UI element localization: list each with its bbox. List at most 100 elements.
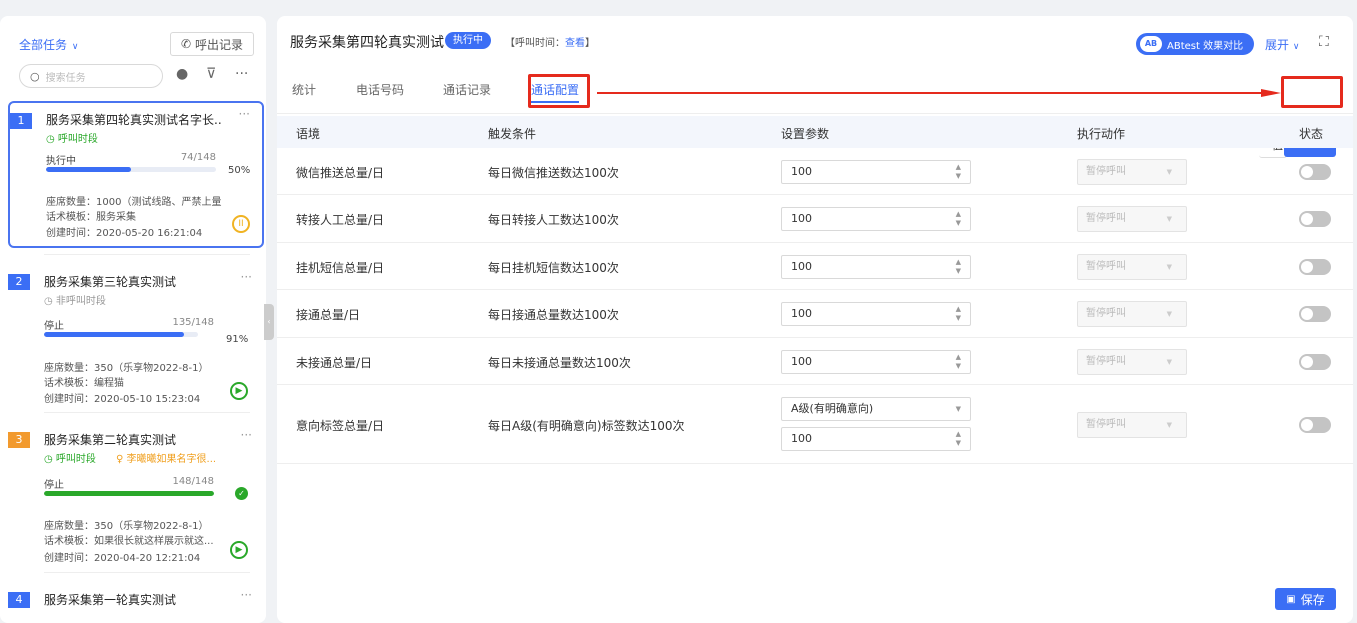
call-time: 【呼叫时间：查看】 (505, 34, 595, 49)
task-filter-dropdown[interactable]: 全部任务 ∨ (19, 36, 78, 53)
parameter-input[interactable]: 100 ▲ ▼ (781, 160, 971, 184)
status-toggle[interactable] (1299, 259, 1331, 275)
more-icon[interactable]: ··· (241, 270, 252, 284)
parameter-input[interactable]: 100 ▲ ▼ (781, 302, 971, 326)
task-count: 74/148 (180, 152, 216, 163)
stepper-icon[interactable]: ▲ ▼ (956, 353, 961, 371)
action-value: 暂停呼叫 (1086, 308, 1126, 319)
save-button[interactable]: ▣ 保存 (1275, 588, 1336, 610)
fullscreen-icon[interactable]: ⛶ (1319, 34, 1329, 50)
chevron-down-icon: ▼ (1166, 263, 1172, 271)
abtest-button[interactable]: AB ABtest 效果对比 (1136, 33, 1254, 55)
main-panel: 服务采集第四轮真实测试 执行中 【呼叫时间：查看】 AB ABtest 效果对比 … (277, 16, 1353, 623)
collapse-sidebar-handle[interactable]: ‹ (264, 304, 274, 340)
status-toggle[interactable] (1299, 164, 1331, 180)
parameter-value: 100 (791, 432, 812, 445)
clock-icon: ◷ (46, 134, 58, 145)
context-cell: 接通总量/日 (296, 308, 361, 322)
task-card[interactable]: 3 服务采集第二轮真实测试 ··· ◷ 呼叫时段 ♀ 李曦曦如果名字很... 停… (8, 412, 264, 572)
action-value: 暂停呼叫 (1086, 261, 1126, 272)
more-icon[interactable]: ··· (241, 588, 252, 602)
context-cell: 微信推送总量/日 (296, 166, 385, 180)
action-select[interactable]: 暂停呼叫 ▼ (1077, 301, 1187, 327)
call-slot: ◷ 非呼叫时段 (44, 292, 106, 307)
stepper-icon[interactable]: ▲ ▼ (956, 163, 961, 181)
expand-toggle[interactable]: 展开 ∨ (1265, 36, 1299, 53)
condition-cell: 每日接通总量数达100次 (488, 308, 619, 322)
play-icon[interactable]: ▶ (230, 382, 248, 400)
seat-count: 座席数量：350（乐享物2022-8-1） (44, 521, 209, 532)
script-template: 话术模板：如果很长就这样展示就这... (44, 536, 214, 547)
status-toggle[interactable] (1299, 306, 1331, 322)
col-parameter: 设置参数 (781, 127, 830, 141)
action-value: 暂停呼叫 (1086, 419, 1126, 430)
sidebar-header: 全部任务 ∨ ✆ 呼出记录 (19, 32, 254, 56)
tab-call-records[interactable]: 通话记录 (443, 81, 491, 98)
action-select[interactable]: 暂停呼叫 ▼ (1077, 412, 1187, 438)
more-icon[interactable]: ··· (241, 428, 252, 442)
chevron-down-icon: ▼ (955, 405, 961, 413)
task-card[interactable]: 2 服务采集第三轮真实测试 ··· ◷ 非呼叫时段 停止 135/148 91%… (8, 254, 264, 414)
action-select[interactable]: 暂停呼叫 ▼ (1077, 349, 1187, 375)
call-slot: ◷ 呼叫时段 (44, 450, 96, 465)
parameter-input[interactable]: 100 ▲ ▼ (781, 255, 971, 279)
chevron-down-icon: ▼ (1166, 358, 1172, 366)
task-search-input[interactable]: ○ 搜索任务 (19, 64, 163, 88)
condition-cell: 每日微信推送数达100次 (488, 166, 619, 180)
task-card[interactable]: 1 服务采集第四轮真实测试名字长... ··· ◷ 呼叫时段 执行中 74/14… (8, 101, 264, 248)
ab-toggle-icon[interactable]: ● (176, 66, 188, 82)
pause-icon[interactable]: II (232, 215, 250, 233)
chevron-down-icon: ▼ (1166, 310, 1172, 318)
status-toggle[interactable] (1299, 211, 1331, 227)
parameter-input[interactable]: 100 ▲ ▼ (781, 427, 971, 451)
intent-level-select[interactable]: A级(有明确意向) ▼ (781, 397, 971, 421)
filter-icon[interactable]: ⊽ (206, 66, 216, 82)
parameter-value: 100 (791, 307, 812, 320)
progress-percent: 91% (226, 334, 249, 345)
status-toggle[interactable] (1299, 417, 1331, 433)
tab-phone-numbers[interactable]: 电话号码 (356, 81, 404, 98)
status-toggle[interactable] (1299, 354, 1331, 370)
parameter-input[interactable]: 100 ▲ ▼ (781, 350, 971, 374)
action-select[interactable]: 暂停呼叫 ▼ (1077, 206, 1187, 232)
play-icon[interactable]: ▶ (230, 541, 248, 559)
divider (44, 412, 250, 413)
stepper-icon[interactable]: ▲ ▼ (956, 258, 961, 276)
parameter-input[interactable]: 100 ▲ ▼ (781, 207, 971, 231)
context-cell: 未接通总量/日 (296, 356, 373, 370)
call-slot: ◷ 呼叫时段 (46, 130, 98, 145)
select-value: A级(有明确意向) (791, 402, 874, 415)
clock-icon: ◷ (44, 454, 56, 465)
action-select[interactable]: 暂停呼叫 ▼ (1077, 254, 1187, 280)
created-time: 创建时间：2020-05-20 16:21:04 (46, 228, 203, 239)
task-name: 服务采集第三轮真实测试 (44, 275, 177, 289)
call-records-button[interactable]: ✆ 呼出记录 (170, 32, 254, 56)
table-row: 接通总量/日 每日接通总量数达100次 100 ▲ ▼ 暂停呼叫 ▼ (277, 290, 1353, 338)
progress-bar (46, 167, 216, 172)
tab-stats[interactable]: 统计 (292, 81, 316, 98)
stepper-icon[interactable]: ▲ ▼ (956, 430, 961, 448)
col-action: 执行动作 (1077, 127, 1126, 141)
condition-cell: 每日未接通总量数达100次 (488, 356, 631, 370)
context-cell: 意向标签总量/日 (296, 419, 385, 433)
stepper-icon[interactable]: ▲ ▼ (956, 305, 961, 323)
progress-bar (44, 491, 214, 496)
search-icon: ○ (30, 69, 40, 83)
task-state: 停止 (44, 321, 64, 332)
script-template: 话术模板：编程猫 (44, 378, 124, 389)
more-icon[interactable]: ··· (235, 66, 248, 82)
owner-name: 李曦曦如果名字很... (126, 454, 217, 465)
call-time-label: 【呼叫时间： (505, 38, 565, 49)
divider (44, 254, 250, 255)
action-select[interactable]: 暂停呼叫 ▼ (1077, 159, 1187, 185)
chevron-down-icon: ▼ (1166, 215, 1172, 223)
task-filter-label: 全部任务 (19, 38, 68, 52)
task-card[interactable]: 4 服务采集第一轮真实测试 ··· (8, 572, 264, 623)
more-icon[interactable]: ··· (239, 107, 250, 121)
view-call-time-link[interactable]: 查看 (565, 38, 585, 49)
task-count: 148/148 (172, 476, 214, 487)
progress-fill (46, 167, 131, 172)
stepper-icon[interactable]: ▲ ▼ (956, 210, 961, 228)
table-row: 微信推送总量/日 每日微信推送数达100次 100 ▲ ▼ 暂停呼叫 ▼ (277, 148, 1353, 195)
action-value: 暂停呼叫 (1086, 356, 1126, 367)
